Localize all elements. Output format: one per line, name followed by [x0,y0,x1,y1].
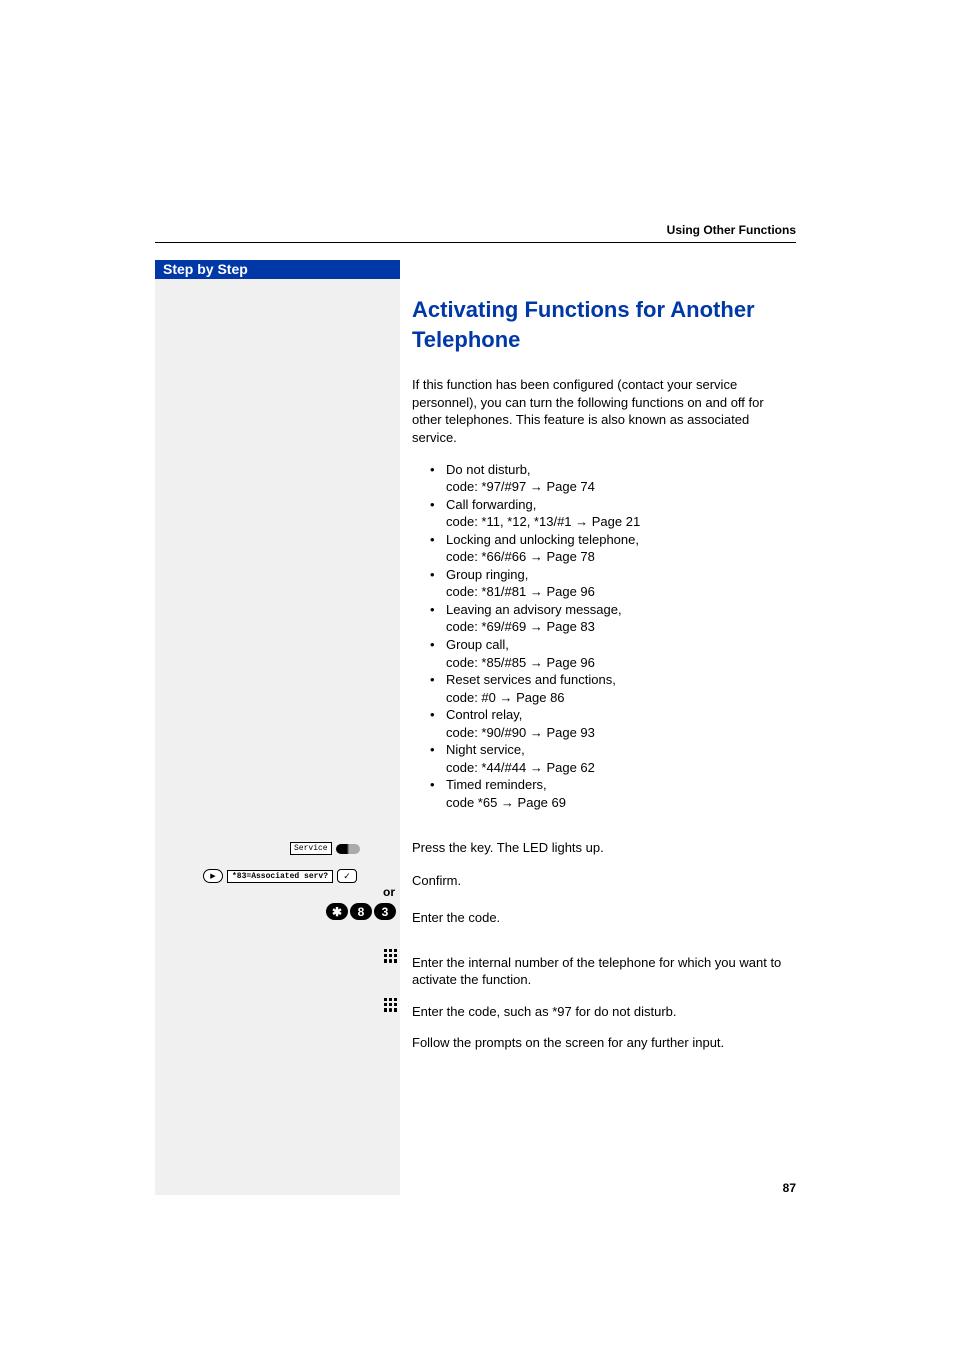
page-number: 87 [783,1181,796,1195]
step-press-key: Press the key. The LED lights up. [412,839,796,857]
code-keys: ✱ 8 3 [326,903,396,920]
list-item: Locking and unlocking telephone,code: *6… [430,531,796,566]
list-item: Control relay,code: *90/#90 → Page 93 [430,706,796,741]
step-enter-feature-code: Enter the code, such as *97 for do not d… [412,1003,796,1021]
key-8: 8 [350,903,372,920]
list-item: Timed reminders,code *65 → Page 69 [430,776,796,811]
list-item: Group ringing,code: *81/#81 → Page 96 [430,566,796,601]
service-key-label: Service [290,842,332,855]
keypad-icon [383,948,399,964]
keypad-icon [383,997,399,1013]
section-header: Using Other Functions [667,223,796,237]
key-star: ✱ [326,903,348,920]
list-item: Reset services and functions,code: #0 → … [430,671,796,706]
feature-list: Do not disturb,code: *97/#97 → Page 74 C… [430,461,796,812]
step-follow-prompts: Follow the prompts on the screen for any… [412,1034,796,1052]
list-item: Night service,code: *44/#44 → Page 62 [430,741,796,776]
intro-paragraph: If this function has been configured (co… [412,376,796,446]
list-item: Leaving an advisory message,code: *69/#6… [430,601,796,636]
step-instructions: Press the key. The LED lights up. Confir… [412,839,796,1052]
or-label: or [383,885,395,899]
step-by-step-bar: Step by Step [155,260,400,279]
key-3: 3 [374,903,396,920]
page-title: Activating Functions for Another Telepho… [412,295,796,354]
step-band [155,279,400,1195]
list-item: Do not disturb,code: *97/#97 → Page 74 [430,461,796,496]
associated-service-label: *83=Associated serv? [227,870,333,883]
play-icon [203,869,223,883]
service-key-indicator: Service [290,842,360,855]
step-enter-internal: Enter the internal number of the telepho… [412,954,796,989]
content-column: Activating Functions for Another Telepho… [412,295,796,820]
led-icon [336,844,360,854]
list-item: Call forwarding,code: *11, *12, *13/#1 →… [430,496,796,531]
list-item: Group call,code: *85/#85 → Page 96 [430,636,796,671]
step-confirm: Confirm. [412,872,796,890]
step-enter-code: Enter the code. [412,909,796,927]
associated-service-row: *83=Associated serv? [203,869,357,883]
check-icon [337,869,357,883]
header-divider [155,242,796,243]
